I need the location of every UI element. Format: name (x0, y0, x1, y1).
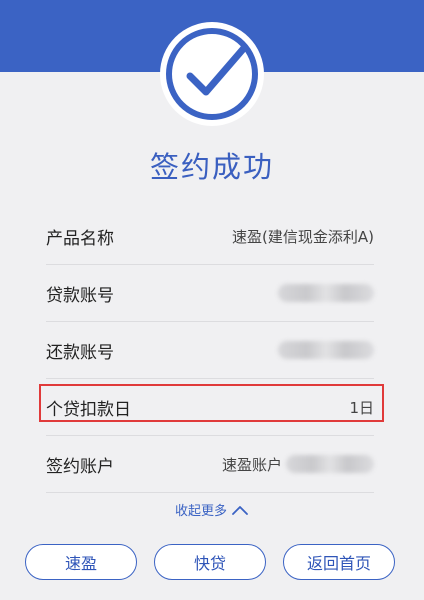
highlight-box (39, 384, 384, 422)
product-name-value: 速盈(建信现金添利A) (232, 227, 374, 246)
detail-row-product: 产品名称 速盈(建信现金添利A) (46, 208, 374, 265)
success-badge (160, 22, 264, 126)
loan-account-label: 贷款账号 (46, 285, 114, 306)
page-title: 签约成功 (149, 150, 274, 184)
collapse-more-label: 收起更多 (174, 504, 227, 519)
sign-account-label: 签约账户 (46, 456, 114, 477)
product-name-label: 产品名称 (46, 228, 114, 249)
repay-account-label: 还款账号 (46, 342, 114, 363)
detail-row-loan-account: 贷款账号 (46, 265, 374, 322)
collapse-more-link[interactable]: 收起更多 (0, 500, 424, 519)
detail-row-sign-account: 签约账户 速盈账户 (46, 436, 374, 493)
chevron-up-icon (232, 505, 248, 515)
sign-account-value-group: 速盈账户 (222, 454, 374, 475)
repay-account-value-redacted (278, 341, 374, 359)
back-home-button[interactable]: 返回首页 (283, 544, 395, 580)
sign-account-value: 速盈账户 (221, 455, 282, 474)
sign-account-number-redacted (286, 455, 374, 473)
suying-button[interactable]: 速盈 (25, 544, 137, 580)
checkmark-icon (166, 28, 258, 120)
loan-account-value-redacted (278, 284, 374, 302)
kuaidai-button[interactable]: 快贷 (154, 544, 266, 580)
detail-row-repay-account: 还款账号 (46, 322, 374, 379)
